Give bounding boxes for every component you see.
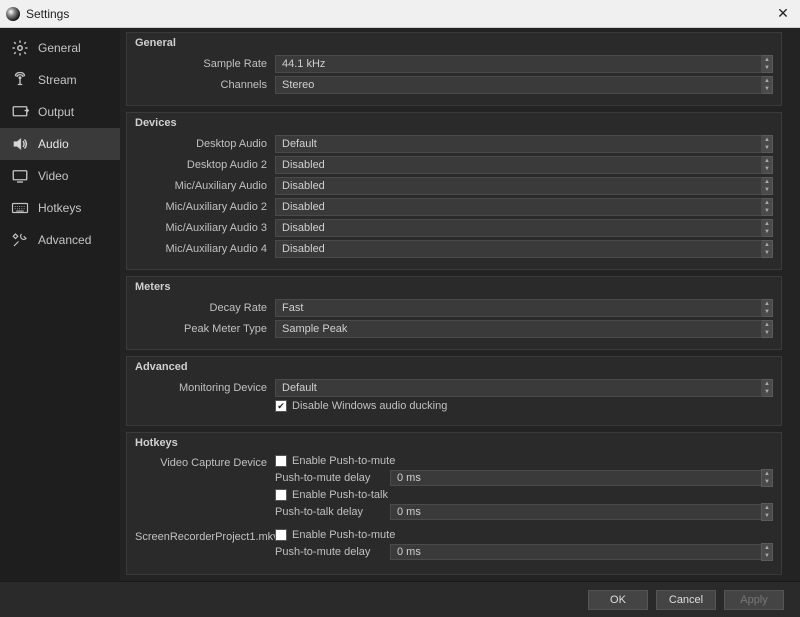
decay-rate-label: Decay Rate [135,302,275,314]
device-label: Desktop Audio [135,138,275,150]
sidebar-item-hotkeys[interactable]: Hotkeys [0,192,120,224]
sidebar-item-label: General [38,41,81,55]
ptt-label: Enable Push-to-talk [292,489,388,501]
footer: OK Cancel Apply [0,581,800,617]
section-advanced: Advanced Monitoring DeviceDefault▲▼ ✔ Dis… [126,356,782,426]
sample-rate-label: Sample Rate [135,58,275,70]
number-spinner[interactable]: ▲▼ [761,543,773,561]
decay-rate-select[interactable]: Fast [275,299,762,317]
sidebar-item-label: Audio [38,137,69,151]
sidebar-item-label: Stream [38,73,77,87]
ptt-delay-label: Push-to-talk delay [275,506,390,518]
ok-button[interactable]: OK [588,590,648,610]
mic-aux-audio-2-select[interactable]: Disabled [275,198,762,216]
ptm-label: Enable Push-to-mute [292,529,395,541]
section-title: Hotkeys [135,437,773,449]
section-meters: Meters Decay RateFast▲▼ Peak Meter TypeS… [126,276,782,350]
section-general: General Sample Rate 44.1 kHz ▲▼ Channels… [126,32,782,106]
channels-select[interactable]: Stereo [275,76,762,94]
select-spinner[interactable]: ▲▼ [761,219,773,237]
mic-aux-audio-4-select[interactable]: Disabled [275,240,762,258]
select-spinner[interactable]: ▲▼ [761,156,773,174]
cancel-button[interactable]: Cancel [656,590,716,610]
close-icon[interactable]: ✕ [774,5,792,23]
number-spinner[interactable]: ▲▼ [761,469,773,487]
peak-meter-select[interactable]: Sample Peak [275,320,762,338]
titlebar: Settings ✕ [0,0,800,28]
ducking-label: Disable Windows audio ducking [292,400,447,412]
mic-aux-audio-select[interactable]: Disabled [275,177,762,195]
device-label: Mic/Auxiliary Audio 2 [135,201,275,213]
device-label: Mic/Auxiliary Audio 4 [135,243,275,255]
monitor-device-select[interactable]: Default [275,379,762,397]
sidebar-item-audio[interactable]: Audio [0,128,120,160]
ptm-delay-label: Push-to-mute delay [275,472,390,484]
window-title: Settings [26,7,774,21]
sidebar-item-video[interactable]: Video [0,160,120,192]
sidebar-item-label: Video [38,169,68,183]
gear-icon [10,40,30,56]
ptm-delay-input[interactable]: 0 ms [390,544,762,560]
device-label: Mic/Auxiliary Audio 3 [135,222,275,234]
keyboard-icon [10,200,30,216]
select-spinner[interactable]: ▲▼ [761,198,773,216]
ptm-checkbox[interactable] [275,529,287,541]
device-label: Desktop Audio 2 [135,159,275,171]
section-hotkeys: Hotkeys Video Capture Device Enable Push… [126,432,782,575]
ptt-delay-input[interactable]: 0 ms [390,504,762,520]
main-panel: General Sample Rate 44.1 kHz ▲▼ Channels… [120,28,800,581]
ptm-delay-label: Push-to-mute delay [275,546,390,558]
channels-label: Channels [135,79,275,91]
sidebar-item-output[interactable]: Output [0,96,120,128]
select-spinner[interactable]: ▲▼ [761,299,773,317]
select-spinner[interactable]: ▲▼ [761,240,773,258]
ptm-delay-input[interactable]: 0 ms [390,470,762,486]
source-label: Video Capture Device [135,455,275,469]
select-spinner[interactable]: ▲▼ [761,320,773,338]
sidebar-item-label: Advanced [38,233,91,247]
audio-icon [10,136,30,152]
video-icon [10,168,30,184]
number-spinner[interactable]: ▲▼ [761,503,773,521]
ptm-checkbox[interactable] [275,455,287,467]
ducking-checkbox[interactable]: ✔ [275,400,287,412]
ptt-checkbox[interactable] [275,489,287,501]
output-icon [10,104,30,120]
ptm-label: Enable Push-to-mute [292,455,395,467]
select-spinner[interactable]: ▲▼ [761,177,773,195]
sidebar: General Stream Output Audio Video [0,28,120,581]
tools-icon [10,232,30,248]
select-spinner[interactable]: ▲▼ [761,76,773,94]
apply-button[interactable]: Apply [724,590,784,610]
select-spinner[interactable]: ▲▼ [761,379,773,397]
desktop-audio-select[interactable]: Default [275,135,762,153]
section-title: Devices [135,117,773,129]
mic-aux-audio-3-select[interactable]: Disabled [275,219,762,237]
select-spinner[interactable]: ▲▼ [761,55,773,73]
source-label: ScreenRecorderProject1.mkv [135,529,275,543]
section-title: Advanced [135,361,773,373]
sidebar-item-label: Hotkeys [38,201,81,215]
section-devices: Devices Desktop AudioDefault▲▼ Desktop A… [126,112,782,270]
section-title: Meters [135,281,773,293]
section-title: General [135,37,773,49]
peak-meter-label: Peak Meter Type [135,323,275,335]
sidebar-item-advanced[interactable]: Advanced [0,224,120,256]
sidebar-item-stream[interactable]: Stream [0,64,120,96]
desktop-audio-2-select[interactable]: Disabled [275,156,762,174]
monitor-device-label: Monitoring Device [135,382,275,394]
stream-icon [10,72,30,88]
sidebar-item-general[interactable]: General [0,32,120,64]
sample-rate-select[interactable]: 44.1 kHz [275,55,762,73]
device-label: Mic/Auxiliary Audio [135,180,275,192]
select-spinner[interactable]: ▲▼ [761,135,773,153]
sidebar-item-label: Output [38,105,74,119]
app-icon [6,7,20,21]
